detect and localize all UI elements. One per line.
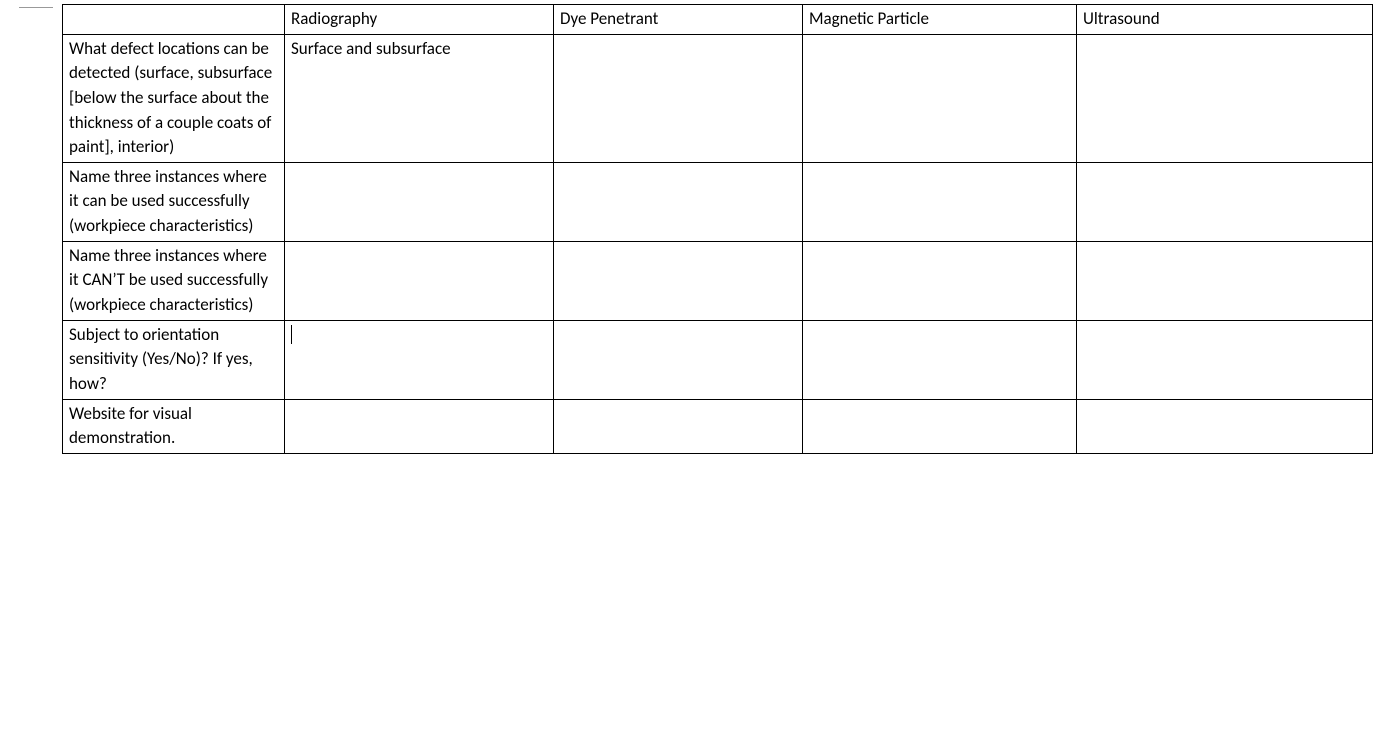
table-row: What defect locations can be detected (s… [63,34,1373,162]
cell-dye-penetrant[interactable] [554,320,803,399]
cell-ultrasound[interactable] [1077,399,1373,453]
cell-radiography[interactable] [285,162,554,241]
row-label: Name three instances where it CAN’T be u… [63,241,285,320]
cell-magnetic-particle[interactable] [803,34,1077,162]
cell-radiography[interactable]: Surface and subsurface [285,34,554,162]
cell-radiography[interactable] [285,399,554,453]
cell-magnetic-particle[interactable] [803,320,1077,399]
table-row: Name three instances where it CAN’T be u… [63,241,1373,320]
text-cursor-icon [291,325,292,344]
cell-magnetic-particle[interactable] [803,162,1077,241]
row-label: Name three instances where it can be use… [63,162,285,241]
cell-magnetic-particle[interactable] [803,399,1077,453]
table-header-row: Radiography Dye Penetrant Magnetic Parti… [63,5,1373,35]
header-blank [63,5,285,35]
row-label: Website for visual demonstration. [63,399,285,453]
cell-dye-penetrant[interactable] [554,241,803,320]
row-label: What defect locations can be detected (s… [63,34,285,162]
cell-radiography[interactable] [285,241,554,320]
row-label: Subject to orientation sensitivity (Yes/… [63,320,285,399]
table-row: Name three instances where it can be use… [63,162,1373,241]
cell-dye-penetrant[interactable] [554,162,803,241]
table-row: Website for visual demonstration. [63,399,1373,453]
cell-radiography[interactable] [285,320,554,399]
header-ultrasound: Ultrasound [1077,5,1373,35]
header-magnetic-particle: Magnetic Particle [803,5,1077,35]
header-dye-penetrant: Dye Penetrant [554,5,803,35]
cell-ultrasound[interactable] [1077,162,1373,241]
table-row: Subject to orientation sensitivity (Yes/… [63,320,1373,399]
cell-ultrasound[interactable] [1077,34,1373,162]
cell-ultrasound[interactable] [1077,241,1373,320]
header-radiography: Radiography [285,5,554,35]
ndt-comparison-table: Radiography Dye Penetrant Magnetic Parti… [62,4,1373,454]
cell-dye-penetrant[interactable] [554,399,803,453]
stray-border-fragment [19,7,53,8]
cell-ultrasound[interactable] [1077,320,1373,399]
cell-dye-penetrant[interactable] [554,34,803,162]
cell-magnetic-particle[interactable] [803,241,1077,320]
